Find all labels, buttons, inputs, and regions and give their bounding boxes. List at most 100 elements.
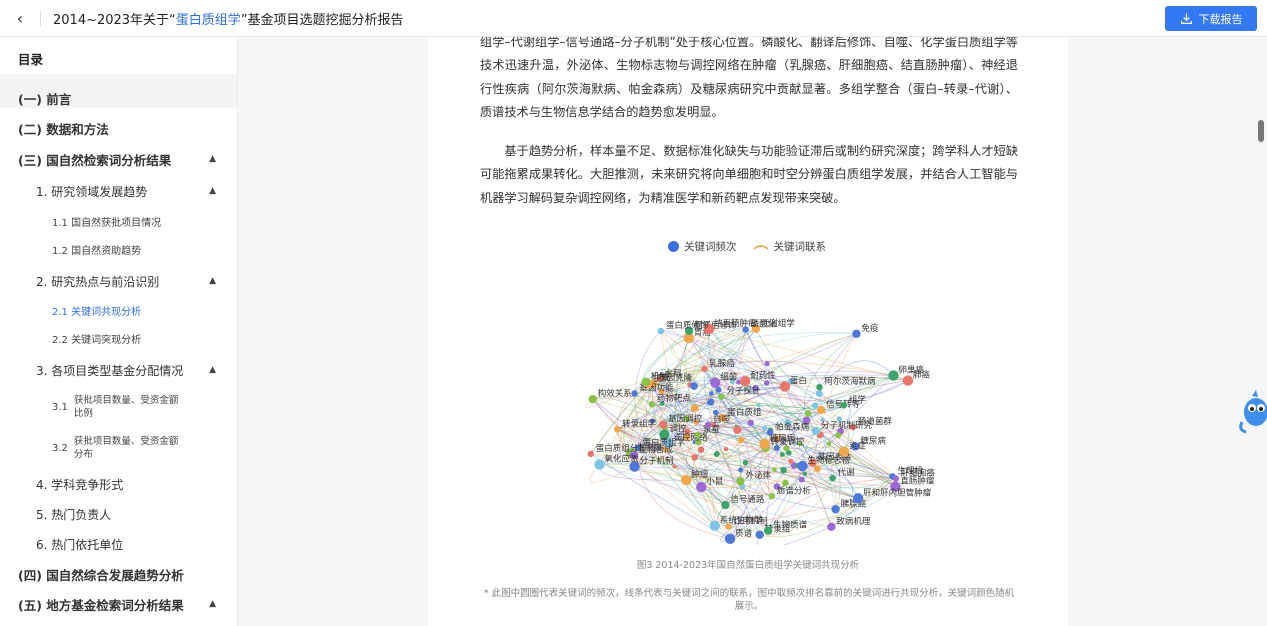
toc-item-institutions[interactable]: 6. 热门依托单位 bbox=[0, 533, 237, 555]
toc-item-keyword-burst[interactable]: 2.2 关键词突现分析 bbox=[0, 328, 237, 348]
network-node[interactable] bbox=[813, 465, 821, 473]
network-keyword-node[interactable]: 蛋白 bbox=[779, 375, 807, 392]
chart-legend: 关键词频次 关键词联系 bbox=[668, 239, 826, 254]
toc-item-distribution[interactable]: 3.2 获批项目数量、受资金额 分布 bbox=[0, 432, 237, 464]
network-keyword-node[interactable]: 致病机理 bbox=[827, 516, 871, 531]
network-keyword-node[interactable]: 耐药性 bbox=[740, 370, 776, 387]
network-node[interactable] bbox=[762, 425, 768, 431]
report-page: 组学–代谢组学–信号通路–分子机制”处于核心位置。磷酸化、翻译后修饰、自噬、化学… bbox=[428, 37, 1068, 626]
network-node[interactable] bbox=[707, 398, 715, 406]
legend-frequency[interactable]: 关键词频次 bbox=[668, 239, 737, 254]
assistant-mascot-icon[interactable] bbox=[1236, 390, 1267, 438]
collapse-icon[interactable]: ▲ bbox=[209, 276, 216, 286]
network-node[interactable] bbox=[733, 425, 742, 434]
toc-sidebar: 目录 (一) 前言 (二) 数据和方法 (三) 国自然检索词分析结果 ▲ 1. 研… bbox=[0, 37, 238, 626]
collapse-icon[interactable]: ▲ bbox=[209, 154, 216, 164]
title-divider bbox=[40, 10, 41, 26]
collapse-icon[interactable]: ▲ bbox=[209, 365, 216, 375]
network-keyword-label: 细菌 bbox=[720, 372, 737, 383]
toc-item-fund-allocation[interactable]: 3. 各项目类型基金分配情况 ▲ bbox=[0, 359, 237, 381]
scrollbar-thumb[interactable] bbox=[1258, 120, 1264, 142]
toc-item-funding-trend[interactable]: 1.2 国自然资助趋势 bbox=[0, 239, 237, 259]
toc-item-competition[interactable]: 4. 学科竞争形式 bbox=[0, 473, 237, 495]
network-node bbox=[779, 381, 791, 392]
toc-item-leaders[interactable]: 5. 热门负责人 bbox=[0, 503, 237, 525]
network-node bbox=[759, 438, 770, 450]
toc-item-local-fund[interactable]: (五) 地方基金检索词分析结果 ▲ bbox=[0, 593, 237, 615]
network-keyword-label: 氧化应激 bbox=[604, 454, 639, 465]
network-keyword-label: 直肠肿瘤 bbox=[900, 476, 935, 487]
network-node bbox=[704, 421, 712, 429]
download-report-button[interactable]: 下载报告 bbox=[1165, 6, 1257, 31]
network-node[interactable] bbox=[690, 403, 699, 412]
toc-item-data-methods[interactable]: (二) 数据和方法 bbox=[0, 117, 237, 139]
toc-item-field-trend[interactable]: 1. 研究领域发展趋势 ▲ bbox=[0, 180, 237, 202]
network-node[interactable] bbox=[713, 451, 720, 458]
network-node[interactable] bbox=[798, 476, 805, 483]
network-node[interactable] bbox=[723, 446, 729, 452]
network-keyword-node[interactable]: 构效关系 bbox=[588, 388, 632, 404]
toc-item-hotspots[interactable]: 2. 研究热点与前沿识别 ▲ bbox=[0, 270, 237, 292]
download-label: 下载报告 bbox=[1198, 12, 1243, 26]
network-node[interactable] bbox=[780, 466, 787, 474]
toc-item-approved-projects[interactable]: 1.1 国自然获批项目情况 bbox=[0, 211, 237, 231]
toc-item-keyword-cooccurrence[interactable]: 2.1 关键词共现分析 bbox=[0, 300, 237, 320]
network-node[interactable] bbox=[811, 402, 819, 409]
paragraph-2: 基于趋势分析，样本量不足、数据标准化缺失与功能验证滞后或制约研究深度；跨学科人才… bbox=[480, 144, 1018, 205]
network-keyword-label: 作用机制 bbox=[733, 515, 767, 526]
toc-item-nsfc-results[interactable]: (三) 国自然检索词分析结果 ▲ bbox=[0, 148, 237, 170]
network-node bbox=[840, 402, 848, 409]
network-node bbox=[694, 431, 702, 439]
network-node[interactable] bbox=[779, 452, 785, 458]
network-node bbox=[594, 459, 605, 470]
top-bar: ‹ 2014~2023年关于“蛋白质组学”基金项目选题挖掘分析报告 下载报告 bbox=[0, 0, 1267, 37]
network-node[interactable] bbox=[737, 436, 745, 444]
network-node[interactable] bbox=[709, 391, 714, 396]
network-node bbox=[888, 370, 899, 381]
network-keyword-label: 机制 bbox=[651, 371, 668, 382]
network-node[interactable] bbox=[697, 446, 705, 453]
network-keyword-label: 乳腺癌 bbox=[709, 358, 735, 369]
network-keyword-label: 蛋白质修饰 bbox=[666, 320, 709, 331]
legend-link[interactable]: 关键词联系 bbox=[752, 239, 826, 254]
network-node bbox=[811, 426, 821, 436]
network-keyword-label: 组学 bbox=[849, 394, 867, 405]
network-node[interactable] bbox=[802, 471, 808, 477]
network-keyword-node[interactable]: 免疫 bbox=[852, 323, 879, 338]
network-node bbox=[766, 429, 774, 436]
collapse-icon[interactable]: ▲ bbox=[209, 599, 216, 609]
network-node bbox=[641, 377, 651, 386]
network-keyword-node[interactable]: 代谢 bbox=[829, 467, 855, 482]
network-keyword-label: 卵巢癌 bbox=[898, 364, 924, 375]
toc-item-comprehensive-trend[interactable]: (四) 国自然综合发展趋势分析 bbox=[0, 563, 237, 585]
network-node[interactable] bbox=[835, 432, 842, 439]
network-node bbox=[852, 329, 861, 338]
collapse-icon[interactable]: ▲ bbox=[209, 186, 216, 196]
network-node[interactable] bbox=[772, 467, 777, 472]
figure-caption: 图3 2014-2023年国自然蛋白质组学关键词共现分析 bbox=[636, 560, 860, 571]
network-keyword-label: 自噬 bbox=[713, 414, 731, 425]
network-node bbox=[755, 530, 764, 539]
network-keyword-node[interactable]: 炎症 bbox=[838, 441, 867, 457]
toc-item-ratio[interactable]: 3.1 获批项目数量、受资金额 比例 bbox=[0, 391, 237, 423]
toc-item-preface[interactable]: (一) 前言 bbox=[0, 87, 237, 109]
network-node bbox=[902, 375, 914, 386]
network-node[interactable] bbox=[815, 389, 823, 398]
back-icon[interactable]: ‹ bbox=[0, 0, 40, 37]
network-keyword-label: 蛋白 bbox=[790, 375, 807, 386]
network-keyword-label: 外泌体 bbox=[745, 470, 771, 481]
network-link bbox=[708, 328, 908, 381]
network-node[interactable] bbox=[826, 441, 832, 446]
network-node[interactable] bbox=[738, 467, 744, 473]
network-keyword-label: 质谱分析 bbox=[777, 485, 812, 496]
network-node[interactable] bbox=[747, 419, 754, 427]
network-node[interactable] bbox=[804, 409, 812, 417]
network-node[interactable] bbox=[764, 361, 770, 367]
network-keyword-label: 药物靶点 bbox=[657, 393, 692, 404]
network-node bbox=[852, 493, 864, 504]
network-node bbox=[827, 522, 836, 531]
network-node bbox=[768, 493, 776, 500]
network-node[interactable] bbox=[742, 459, 749, 466]
network-keyword-label: 耐药性 bbox=[750, 370, 776, 381]
network-node[interactable] bbox=[691, 454, 698, 461]
